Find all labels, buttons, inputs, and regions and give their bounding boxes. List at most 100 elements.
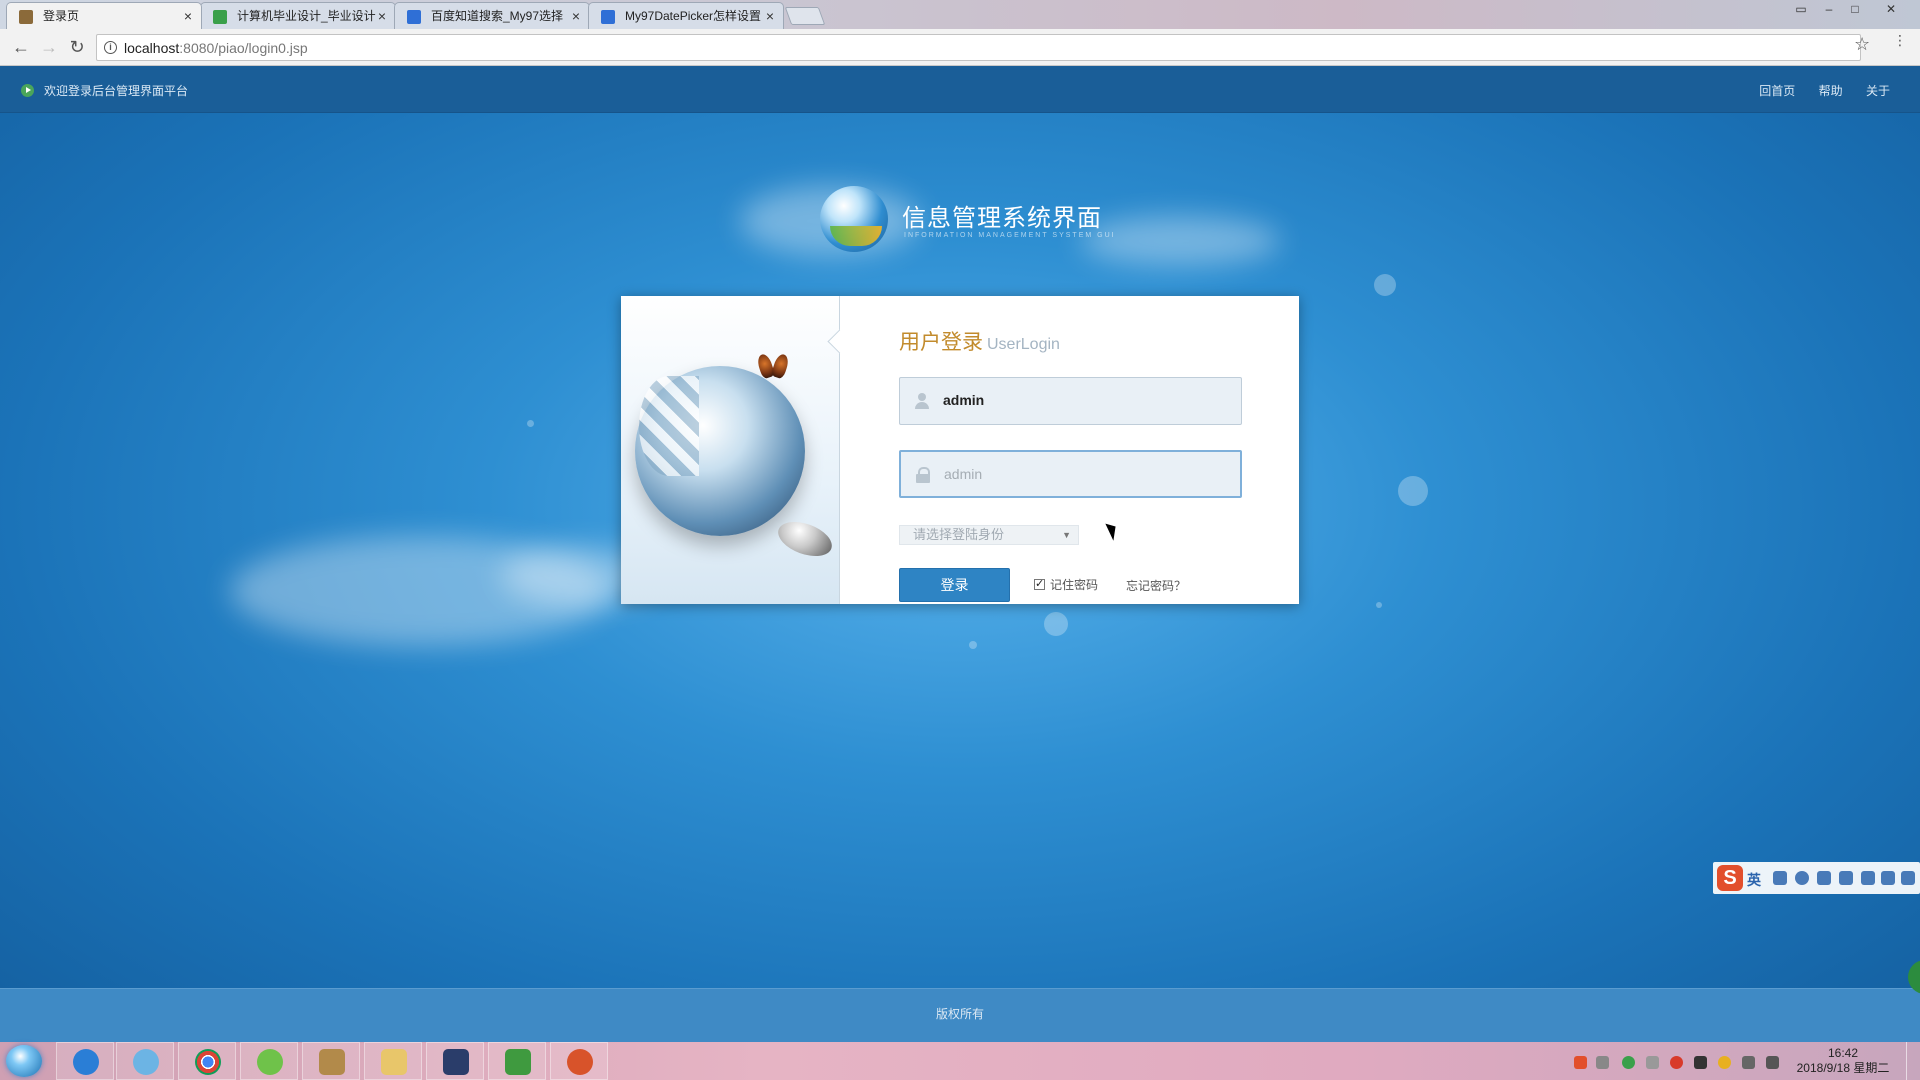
taskbar-app-chrome[interactable]: [178, 1042, 236, 1080]
emoji-icon[interactable]: [1795, 871, 1809, 885]
forward-button[interactable]: →: [38, 37, 60, 59]
taskbar-app-ie[interactable]: [56, 1042, 114, 1080]
window-close-button[interactable]: ✕: [1870, 0, 1912, 20]
taskbar-app[interactable]: [488, 1042, 546, 1080]
tab-title: My97DatePicker怎样设置: [625, 9, 762, 23]
site-info-icon[interactable]: i: [104, 41, 117, 54]
taskbar-app[interactable]: [426, 1042, 484, 1080]
browser-menu-icon[interactable]: ⋮: [1893, 33, 1907, 47]
taskbar-app[interactable]: [240, 1042, 298, 1080]
url-host: localhost: [124, 40, 180, 56]
url-text: localhost:8080/piao/login0.jsp: [124, 40, 308, 56]
taskbar-app[interactable]: [116, 1042, 174, 1080]
play-icon: [21, 84, 34, 97]
login-button[interactable]: 登录: [899, 568, 1010, 602]
tab-title: 百度知道搜索_My97选择: [431, 9, 564, 23]
tab-close-icon[interactable]: ×: [766, 3, 774, 29]
remember-checkbox[interactable]: [1034, 577, 1045, 590]
chevron-down-icon: ▼: [1062, 530, 1071, 540]
tab-close-icon[interactable]: ×: [378, 3, 386, 29]
tray-icon[interactable]: [1646, 1056, 1659, 1069]
taskbar-app-tools[interactable]: [302, 1042, 360, 1080]
baidu-favicon-icon: [601, 10, 615, 24]
back-button[interactable]: ←: [10, 37, 32, 59]
bubble-decoration: [1044, 612, 1068, 636]
tab-close-icon[interactable]: ×: [572, 3, 580, 29]
password-placeholder: admin: [944, 466, 983, 482]
microphone-icon[interactable]: [1817, 871, 1831, 885]
windows-taskbar: 16:42 2018/9/18 星期二: [0, 1042, 1920, 1080]
tools-icon: [319, 1049, 345, 1075]
profile-icon[interactable]: ▭: [1788, 0, 1814, 20]
tab-biye[interactable]: 计算机毕业设计_毕业设计 ×: [200, 2, 396, 29]
show-desktop-button[interactable]: [1906, 1042, 1920, 1080]
folder-icon: [381, 1049, 407, 1075]
logo-title: 信息管理系统界面: [902, 204, 1102, 232]
username-value: admin: [943, 392, 985, 408]
forgot-password-link[interactable]: 忘记密码？: [1126, 577, 1186, 594]
tab-close-icon[interactable]: ×: [184, 3, 192, 29]
ime-toolbar: S 英: [1713, 862, 1920, 894]
login-heading: 用户登录 UserLogin: [899, 326, 1060, 356]
sogou-ime-icon[interactable]: S: [1717, 865, 1743, 891]
puzzle-globe-icon: [635, 366, 805, 536]
role-select[interactable]: 请选择登陆身份 ▼: [899, 525, 1079, 545]
page-content: 欢迎登录后台管理界面平台 回首页 帮助 关于 信息管理系统界面 INFORMAT…: [0, 66, 1920, 1042]
minimize-button[interactable]: –: [1816, 0, 1842, 20]
tray-icon[interactable]: [1718, 1056, 1731, 1069]
url-path: :8080/piao/login0.jsp: [179, 40, 308, 56]
login-illustration: [621, 296, 840, 604]
top-links: 回首页 帮助 关于: [1739, 82, 1890, 99]
keyboard-icon[interactable]: [1839, 871, 1853, 885]
tab-my97[interactable]: My97DatePicker怎样设置 ×: [588, 2, 784, 29]
remember-label: 记住密码: [1050, 578, 1099, 592]
app-icon: [567, 1049, 593, 1075]
password-field[interactable]: admin: [899, 450, 1242, 498]
punctuation-icon[interactable]: [1773, 871, 1787, 885]
bubble-decoration: [1376, 602, 1382, 608]
help-link[interactable]: 帮助: [1819, 84, 1843, 98]
tray-icon[interactable]: [1694, 1056, 1707, 1069]
new-tab-button[interactable]: [784, 7, 826, 25]
about-link[interactable]: 关于: [1866, 84, 1890, 98]
bubble-decoration: [527, 420, 534, 427]
tray-ime-icon[interactable]: [1574, 1056, 1587, 1069]
network-icon[interactable]: [1742, 1056, 1755, 1069]
bubble-decoration: [1398, 476, 1428, 506]
clock-date: 2018/9/18 星期二: [1796, 1061, 1890, 1075]
taskbar-app[interactable]: [550, 1042, 608, 1080]
tray-icon[interactable]: [1670, 1056, 1683, 1069]
ime-language-toggle[interactable]: 英: [1747, 870, 1761, 890]
welcome-text: 欢迎登录后台管理界面平台: [44, 84, 189, 98]
login-title-cn: 用户登录: [899, 331, 983, 354]
page-favicon-icon: [19, 10, 33, 24]
maximize-button[interactable]: □: [1842, 0, 1868, 20]
system-clock[interactable]: 16:42 2018/9/18 星期二: [1793, 1046, 1893, 1076]
login-panel: 用户登录UserLogin admin admin 请选择登陆身份 ▼ 登录 记…: [621, 296, 1299, 604]
tray-icon[interactable]: [1622, 1056, 1635, 1069]
username-field[interactable]: admin: [899, 377, 1242, 425]
reload-button[interactable]: ↻: [66, 37, 88, 59]
taskbar-app-explorer[interactable]: [364, 1042, 422, 1080]
home-link[interactable]: 回首页: [1759, 84, 1795, 98]
bookmark-star-icon[interactable]: ☆: [1854, 34, 1870, 55]
address-toolbar: ← → ↻ i localhost:8080/piao/login0.jsp ☆…: [0, 29, 1920, 66]
skin-icon[interactable]: [1881, 871, 1895, 885]
tab-baidu-search[interactable]: 百度知道搜索_My97选择 ×: [394, 2, 590, 29]
tab-title: 登录页: [43, 9, 80, 23]
user-center-icon[interactable]: [1861, 871, 1875, 885]
bubble-decoration: [1374, 274, 1396, 296]
butterfly-icon: [759, 354, 787, 388]
tab-login[interactable]: 登录页 ×: [6, 2, 202, 29]
volume-icon[interactable]: [1766, 1056, 1779, 1069]
url-input[interactable]: i localhost:8080/piao/login0.jsp: [96, 34, 1861, 61]
top-header-bar: 欢迎登录后台管理界面平台 回首页 帮助 关于: [0, 66, 1920, 113]
bubble-decoration: [969, 641, 977, 649]
browser-tabbar: 登录页 × 计算机毕业设计_毕业设计 × 百度知道搜索_My97选择 × My9…: [0, 0, 1920, 29]
settings-icon[interactable]: [1901, 871, 1915, 885]
tray-icon[interactable]: [1596, 1056, 1609, 1069]
logo-subtitle: INFORMATION MANAGEMENT SYSTEM GUI: [904, 232, 1116, 239]
site-favicon-icon: [213, 10, 227, 24]
remember-password[interactable]: 记住密码: [1034, 576, 1098, 593]
start-button-icon[interactable]: [6, 1045, 42, 1077]
